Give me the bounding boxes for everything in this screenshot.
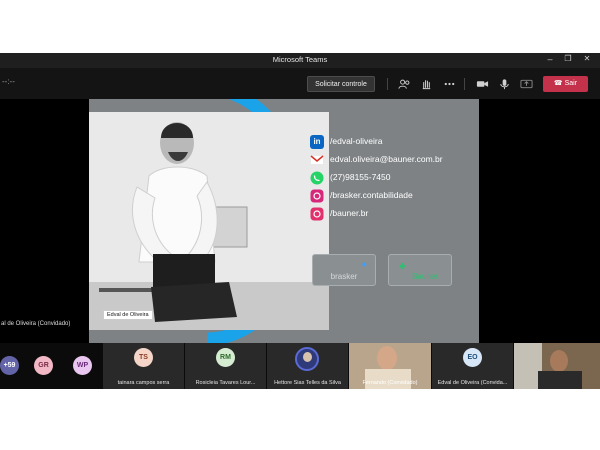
participant-tile[interactable]: TS tainara campos serra: [103, 343, 184, 389]
participant-video[interactable]: [514, 343, 600, 389]
speaker-illustration: [89, 112, 329, 330]
avatar[interactable]: WP: [73, 356, 92, 375]
raise-hand-icon[interactable]: [420, 78, 433, 90]
teams-window: Microsoft Teams – ❐ ✕ --:-- Solicitar co…: [0, 53, 600, 389]
leave-button[interactable]: ☎ Sair: [543, 76, 588, 92]
overflow-count[interactable]: +59: [0, 356, 19, 375]
toolbar-divider: [387, 78, 388, 90]
contact-text: (27)98155-7450: [330, 172, 391, 182]
more-icon[interactable]: [443, 78, 456, 90]
bauner-mark-icon: ♣: [399, 261, 406, 272]
profile-photo: [295, 347, 319, 371]
title-bar: Microsoft Teams – ❐ ✕: [0, 53, 600, 68]
avatar: TS: [134, 348, 153, 367]
bauner-logo: Bauner: [412, 272, 438, 281]
linkedin-icon: in: [310, 135, 324, 149]
people-icon[interactable]: [398, 78, 411, 90]
speaker-photo: Edval de Oliveira: [89, 112, 329, 330]
participant-name: Fernando (Convidado): [362, 380, 418, 386]
leave-label: Sair: [564, 80, 578, 87]
avatar: RM: [216, 348, 235, 367]
participant-tile[interactable]: EO Edval de Oliveira (Convida...: [432, 343, 513, 389]
participant-name: tainara campos serra: [117, 380, 170, 386]
share-icon[interactable]: [520, 78, 533, 90]
instagram-icon: [310, 207, 324, 221]
face-shape: [303, 352, 312, 362]
shirt-shape: [365, 369, 411, 389]
whatsapp-icon: [310, 171, 324, 185]
shirt-shape: [538, 371, 582, 389]
participant-video[interactable]: Fernando (Convidado): [349, 343, 431, 389]
brasker-logo-button: ● brasker: [312, 254, 376, 286]
contact-text: edval.oliveira@bauner.com.br: [330, 154, 443, 164]
participant-tile[interactable]: Hettore Sias Telles da Silva: [267, 343, 348, 389]
instagram-icon: [310, 189, 324, 203]
avatar: EO: [463, 348, 482, 367]
participant-name: al de Oliveira (Convidado): [1, 321, 71, 327]
window-title: Microsoft Teams: [272, 55, 328, 64]
participant-name: Edval de Oliveira (Convida...: [437, 380, 508, 386]
mic-icon[interactable]: [498, 78, 511, 90]
participant-strip: +59 GR WP TS tainara campos serra RM Ros…: [0, 343, 600, 389]
close-button[interactable]: ✕: [579, 54, 595, 63]
meeting-timer: --:--: [2, 77, 15, 86]
meeting-stage: al de Oliveira (Convidado) Edval de Oliv…: [0, 99, 600, 343]
contact-text: /bauner.br: [330, 208, 369, 218]
bauner-logo-button: ♣ Bauner: [388, 254, 452, 286]
participant-name: Rosicleia Tavares Lour...: [195, 380, 256, 386]
brasker-logo: brasker: [330, 272, 358, 281]
minimize-button[interactable]: –: [542, 54, 558, 64]
face-shape: [550, 350, 568, 372]
contact-text: /edval-oliveira: [330, 136, 383, 146]
contact-text: /brasker.contabilidade: [330, 190, 413, 200]
request-control-button[interactable]: Solicitar controle: [307, 76, 375, 92]
brasker-mark-icon: ●: [361, 259, 367, 269]
camera-icon[interactable]: [476, 78, 489, 90]
shared-slide: Edval de Oliveira in /edval-oliveira edv…: [89, 99, 479, 343]
avatar[interactable]: GR: [34, 356, 53, 375]
photo-caption: Edval de Oliveira: [103, 310, 153, 320]
phone-icon: ☎: [553, 80, 563, 87]
face-shape: [377, 346, 397, 370]
toolbar-divider: [464, 78, 465, 90]
meeting-toolbar: --:-- Solicitar controle ☎ Sair: [0, 68, 600, 99]
participant-tile[interactable]: RM Rosicleia Tavares Lour...: [185, 343, 266, 389]
email-icon: [310, 155, 324, 164]
maximize-button[interactable]: ❐: [560, 54, 576, 63]
participant-name: Hettore Sias Telles da Silva: [274, 380, 341, 386]
